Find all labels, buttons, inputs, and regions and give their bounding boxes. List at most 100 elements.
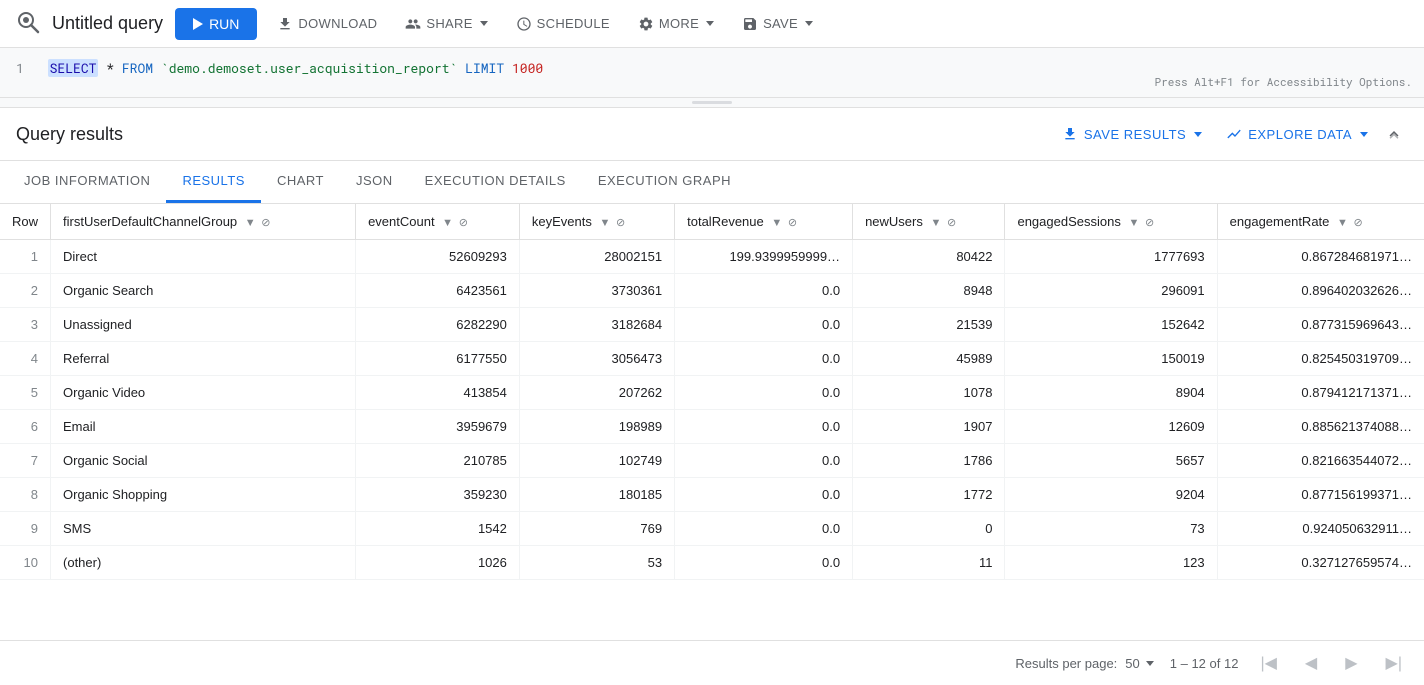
cell-row-num: 7 xyxy=(0,444,51,478)
filter-icon-engagementrate: ⊘ xyxy=(1354,217,1363,229)
cell-row-num: 3 xyxy=(0,308,51,342)
cell-engagementRate: 0.924050632911… xyxy=(1217,512,1424,546)
resize-col-newusers[interactable] xyxy=(1000,204,1004,239)
cell-keyEvents: 3056473 xyxy=(519,342,674,376)
results-header: Query results SAVE RESULTS EXPLORE DATA xyxy=(0,108,1424,161)
cell-totalRevenue: 0.0 xyxy=(675,512,853,546)
cell-eventCount: 359230 xyxy=(356,478,520,512)
cell-keyEvents: 180185 xyxy=(519,478,674,512)
prev-page-button[interactable]: ◀ xyxy=(1299,649,1323,677)
sort-icon-eventcount: ▼ xyxy=(442,217,453,229)
cell-eventCount: 413854 xyxy=(356,376,520,410)
cell-newUsers: 1907 xyxy=(853,410,1005,444)
page-range: 1 – 12 of 12 xyxy=(1170,656,1239,671)
more-button[interactable]: MORE xyxy=(630,10,722,38)
col-keyEvents[interactable]: keyEvents ▼ ⊘ xyxy=(519,204,674,240)
col-engagedSessions[interactable]: engagedSessions ▼ ⊘ xyxy=(1005,204,1217,240)
cell-eventCount: 52609293 xyxy=(356,240,520,274)
cell-newUsers: 21539 xyxy=(853,308,1005,342)
tab-chart[interactable]: CHART xyxy=(261,161,340,203)
cell-newUsers: 1786 xyxy=(853,444,1005,478)
last-page-button[interactable]: ▶| xyxy=(1380,649,1408,677)
code-editor[interactable]: 1 SELECT * FROM `demo.demoset.user_acqui… xyxy=(0,48,1424,98)
cell-newUsers: 1078 xyxy=(853,376,1005,410)
cell-engagedSessions: 12609 xyxy=(1005,410,1217,444)
table-footer: Results per page: 50 1 – 12 of 12 |◀ ◀ ▶… xyxy=(0,640,1424,685)
results-title: Query results xyxy=(16,124,1050,145)
cell-keyEvents: 198989 xyxy=(519,410,674,444)
more-chevron xyxy=(706,21,714,26)
cell-firstUserDefaultChannelGroup: Organic Shopping xyxy=(51,478,356,512)
share-button[interactable]: SHARE xyxy=(397,10,495,38)
sort-icon-channel: ▼ xyxy=(245,217,256,229)
tab-results[interactable]: RESULTS xyxy=(166,161,261,203)
cell-eventCount: 1026 xyxy=(356,546,520,580)
per-page-dropdown[interactable]: 50 xyxy=(1125,656,1153,671)
col-firstUserDefaultChannelGroup[interactable]: firstUserDefaultChannelGroup ▼ ⊘ xyxy=(51,204,356,240)
cell-firstUserDefaultChannelGroup: Unassigned xyxy=(51,308,356,342)
cell-row-num: 10 xyxy=(0,546,51,580)
col-totalRevenue[interactable]: totalRevenue ▼ ⊘ xyxy=(675,204,853,240)
cell-keyEvents: 3730361 xyxy=(519,274,674,308)
cell-keyEvents: 207262 xyxy=(519,376,674,410)
results-table-container[interactable]: Row firstUserDefaultChannelGroup ▼ ⊘ eve… xyxy=(0,204,1424,640)
page-title: Untitled query xyxy=(52,13,163,34)
col-eventCount[interactable]: eventCount ▼ ⊘ xyxy=(356,204,520,240)
sort-icon-revenue: ▼ xyxy=(771,217,782,229)
cell-keyEvents: 53 xyxy=(519,546,674,580)
cell-totalRevenue: 0.0 xyxy=(675,410,853,444)
col-engagementRate[interactable]: engagementRate ▼ ⊘ xyxy=(1217,204,1424,240)
resize-col-revenue[interactable] xyxy=(848,204,852,239)
cell-row-num: 2 xyxy=(0,274,51,308)
resize-col-eventcount[interactable] xyxy=(515,204,519,239)
resize-handle[interactable] xyxy=(0,98,1424,108)
resize-col-channel[interactable] xyxy=(351,204,355,239)
tab-job-information[interactable]: JOB INFORMATION xyxy=(8,161,166,203)
cell-eventCount: 210785 xyxy=(356,444,520,478)
next-page-button[interactable]: ▶ xyxy=(1339,649,1363,677)
col-newUsers[interactable]: newUsers ▼ ⊘ xyxy=(853,204,1005,240)
save-results-button[interactable]: SAVE RESULTS xyxy=(1050,120,1214,148)
cell-firstUserDefaultChannelGroup: Direct xyxy=(51,240,356,274)
download-button[interactable]: DOWNLOAD xyxy=(269,10,385,38)
resize-col-engagementrate[interactable] xyxy=(1420,204,1424,239)
cell-totalRevenue: 0.0 xyxy=(675,308,853,342)
filter-icon-channel: ⊘ xyxy=(261,217,270,229)
collapse-expand-button[interactable] xyxy=(1380,120,1408,148)
table-row: 7Organic Social2107851027490.0178656570.… xyxy=(0,444,1424,478)
resize-col-keyevents[interactable] xyxy=(670,204,674,239)
cell-newUsers: 11 xyxy=(853,546,1005,580)
code-keyword-from: FROM xyxy=(122,59,153,77)
resize-col-sessions[interactable] xyxy=(1213,204,1217,239)
cell-engagedSessions: 1777693 xyxy=(1005,240,1217,274)
tab-json[interactable]: JSON xyxy=(340,161,409,203)
tab-execution-details[interactable]: EXECUTION DETAILS xyxy=(409,161,582,203)
cell-row-num: 4 xyxy=(0,342,51,376)
cell-engagedSessions: 73 xyxy=(1005,512,1217,546)
table-row: 1Direct5260929328002151199.9399959999…80… xyxy=(0,240,1424,274)
results-table: Row firstUserDefaultChannelGroup ▼ ⊘ eve… xyxy=(0,204,1424,580)
per-page-chevron xyxy=(1146,661,1154,666)
explore-data-button[interactable]: EXPLORE DATA xyxy=(1214,120,1380,148)
cell-engagementRate: 0.825450319709… xyxy=(1217,342,1424,376)
run-button[interactable]: RUN xyxy=(175,8,257,40)
cell-keyEvents: 3182684 xyxy=(519,308,674,342)
cell-engagementRate: 0.879412171371… xyxy=(1217,376,1424,410)
top-bar: Untitled query RUN DOWNLOAD SHARE SCHEDU… xyxy=(0,0,1424,48)
table-row: 10(other)1026530.0111230.327127659574… xyxy=(0,546,1424,580)
code-content: * xyxy=(106,59,122,77)
sort-icon-keyevents: ▼ xyxy=(599,217,610,229)
first-page-button[interactable]: |◀ xyxy=(1254,649,1282,677)
tab-execution-graph[interactable]: EXECUTION GRAPH xyxy=(582,161,747,203)
save-button[interactable]: SAVE xyxy=(734,10,821,38)
cell-engagementRate: 0.896402032626… xyxy=(1217,274,1424,308)
schedule-button[interactable]: SCHEDULE xyxy=(508,10,618,38)
cell-row-num: 6 xyxy=(0,410,51,444)
cell-engagementRate: 0.867284681971… xyxy=(1217,240,1424,274)
cell-eventCount: 3959679 xyxy=(356,410,520,444)
resize-col-row[interactable] xyxy=(46,204,50,239)
cell-firstUserDefaultChannelGroup: Organic Video xyxy=(51,376,356,410)
cell-totalRevenue: 0.0 xyxy=(675,444,853,478)
cell-engagedSessions: 152642 xyxy=(1005,308,1217,342)
table-row: 5Organic Video4138542072620.0107889040.8… xyxy=(0,376,1424,410)
